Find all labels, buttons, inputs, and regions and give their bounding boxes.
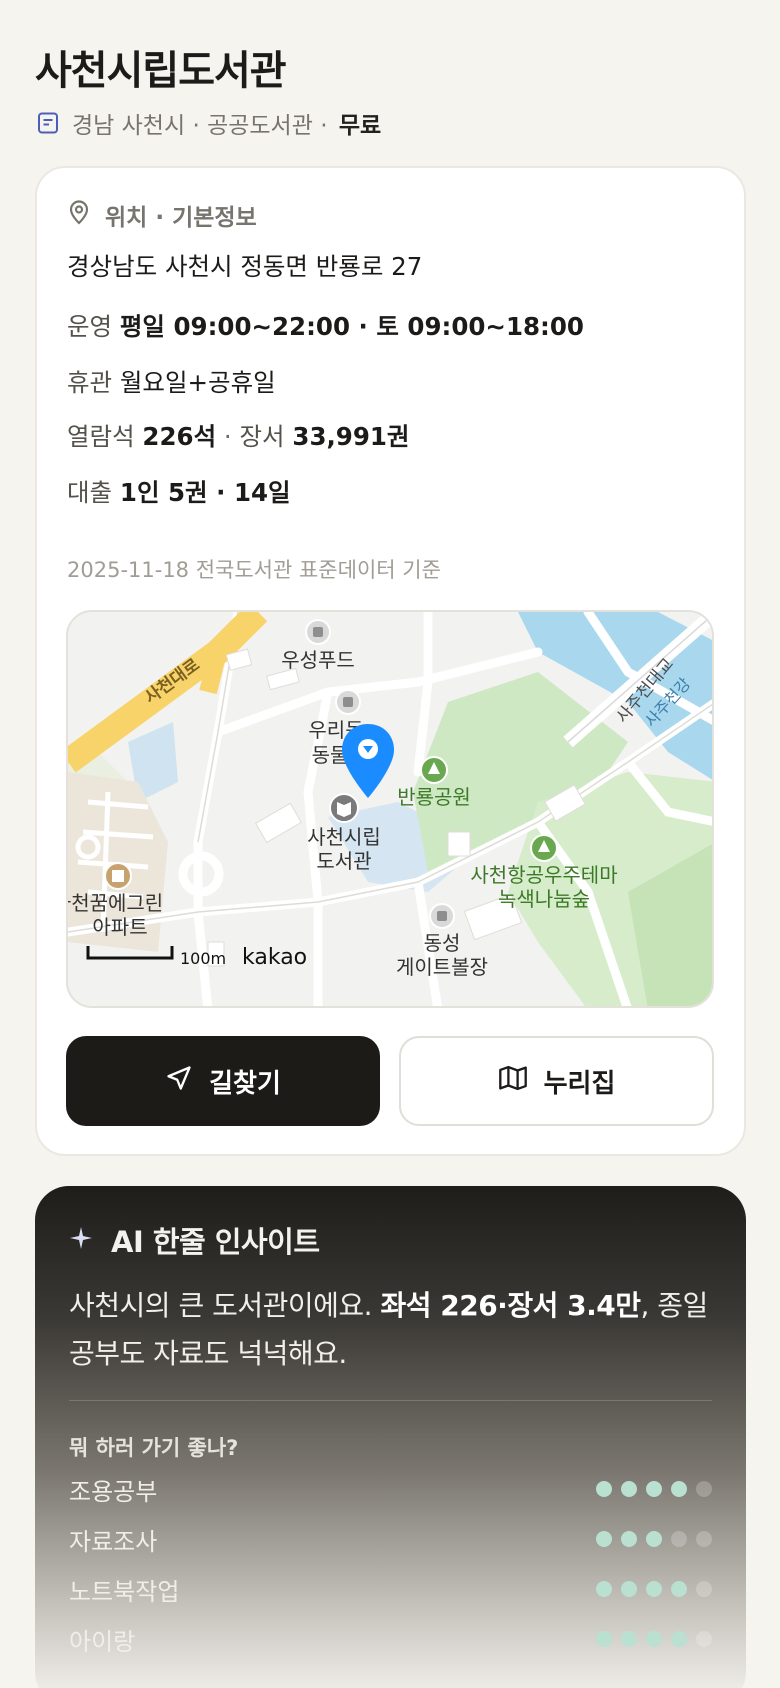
- rating-dot: [671, 1631, 687, 1647]
- map-label-forest-1: 사천항공우주테마: [470, 863, 617, 887]
- map-label-apt-1: 사천꿈에그린: [68, 891, 163, 915]
- rating-label: 조용공부: [69, 1477, 158, 1506]
- rating-row: 노트북작업: [69, 1574, 712, 1606]
- website-label: 누리집: [543, 1068, 616, 1099]
- seats-label: 열람석: [67, 422, 135, 451]
- rating-dot: [621, 1631, 637, 1647]
- page-title: 사천시립도서관: [35, 48, 287, 94]
- rating-row: 자료조사: [69, 1524, 712, 1556]
- data-source: 2025-11-18 전국도서관 표준데이터 기준: [67, 558, 441, 582]
- rating-dot: [696, 1581, 712, 1597]
- ai-question: 뭐 하러 가기 좋나?: [69, 1436, 239, 1460]
- rating-dot: [646, 1581, 662, 1597]
- ai-summary-pre: 사천시의 큰 도서관이에요.: [69, 1289, 381, 1322]
- rating-dot: [671, 1531, 687, 1547]
- rating-dot: [646, 1631, 662, 1647]
- map-label-library-2: 도서관: [316, 849, 371, 873]
- region-text: 경남 사천시: [72, 113, 186, 139]
- rating-dot: [596, 1581, 612, 1597]
- capacity-sep: ·: [223, 422, 232, 451]
- divider: [69, 1400, 712, 1401]
- map-label-park: 반룡공원: [397, 785, 471, 809]
- ai-title: AI 한줄 인사이트: [111, 1225, 320, 1259]
- map-label-gate-2: 게이트볼장: [396, 955, 488, 979]
- location-pin-icon: [67, 199, 91, 231]
- loan-label: 대출: [67, 478, 113, 507]
- rating-dot: [696, 1631, 712, 1647]
- rating-dot: [596, 1481, 612, 1497]
- closed-label: 휴관: [67, 368, 113, 397]
- rating-dot: [621, 1581, 637, 1597]
- rating-dot: [646, 1481, 662, 1497]
- map-label-gate-1: 동성: [424, 931, 461, 955]
- rating-dot: [596, 1531, 612, 1547]
- capacity-row: 열람석 226석 · 장서 33,991권: [67, 418, 409, 453]
- rating-dots: [596, 1581, 712, 1597]
- ai-summary: 사천시의 큰 도서관이에요. 좌석 226·장서 3.4만, 종일 공부도 자료…: [69, 1282, 719, 1378]
- rating-dots: [596, 1631, 712, 1647]
- rating-dot: [646, 1531, 662, 1547]
- hours-row: 운영 평일 09:00~22:00 · 토 09:00~18:00: [67, 308, 584, 343]
- ai-insight-card: AI 한줄 인사이트 사천시의 큰 도서관이에요. 좌석 226·장서 3.4만…: [35, 1186, 746, 1688]
- navigation-arrow-icon: [165, 1064, 193, 1099]
- closed-value: 월요일+공휴일: [119, 368, 276, 397]
- rating-row: 아이랑: [69, 1624, 712, 1656]
- books-label: 장서: [239, 422, 285, 451]
- map-scale-label: 100m: [180, 949, 226, 968]
- closed-row: 휴관 월요일+공휴일: [67, 364, 276, 399]
- document-icon: [36, 111, 60, 135]
- rating-dots: [596, 1531, 712, 1547]
- map-brand: kakao: [242, 945, 307, 970]
- loan-row: 대출 1인 5권 · 14일: [67, 474, 291, 509]
- rating-dot: [596, 1631, 612, 1647]
- sparkle-icon: [69, 1223, 93, 1257]
- map-label-library-1: 사천시립: [307, 825, 381, 849]
- books-value: 33,991권: [292, 422, 410, 451]
- ai-header: AI 한줄 인사이트: [69, 1220, 320, 1260]
- section-title: 위치 · 기본정보: [105, 205, 257, 231]
- meta-sep: ·: [192, 113, 200, 139]
- meta-sep: ·: [320, 113, 328, 139]
- info-card: 위치 · 기본정보 경상남도 사천시 정동면 반룡로 27 운영 평일 09:0…: [35, 166, 746, 1156]
- rating-label: 아이랑: [69, 1627, 136, 1656]
- map-label-forest-2: 녹색나눔숲: [498, 887, 590, 911]
- address: 경상남도 사천시 정동면 반룡로 27: [67, 252, 423, 281]
- map-icon: [498, 1064, 528, 1099]
- library-type: 공공도서관: [207, 113, 313, 139]
- directions-label: 길찾기: [209, 1068, 281, 1099]
- section-header: 위치 · 기본정보: [67, 198, 257, 232]
- fee-badge: 무료: [338, 113, 382, 139]
- rating-dot: [696, 1531, 712, 1547]
- library-meta: 경남 사천시 · 공공도서관 · 무료: [36, 106, 381, 140]
- map-label-apt-2: 아파트: [92, 915, 147, 939]
- hours-label: 운영: [67, 312, 113, 341]
- ai-summary-highlight: 좌석 226·장서 3.4만: [380, 1289, 641, 1322]
- hours-value: 평일 09:00~22:00 · 토 09:00~18:00: [119, 312, 584, 341]
- rating-dot: [671, 1581, 687, 1597]
- website-button[interactable]: 누리집: [399, 1036, 714, 1126]
- rating-label: 자료조사: [69, 1527, 158, 1556]
- map-label-food: 우성푸드: [281, 648, 355, 672]
- seats-value: 226석: [142, 422, 217, 451]
- rating-label: 노트북작업: [69, 1577, 180, 1606]
- rating-dot: [696, 1481, 712, 1497]
- directions-button[interactable]: 길찾기: [66, 1036, 380, 1126]
- rating-row: 조용공부: [69, 1474, 712, 1506]
- rating-dot: [621, 1481, 637, 1497]
- map[interactable]: 사천대로 사주천대교 사주천강 우성푸드 우리동 동물 반룡공원 사천시립 도서…: [66, 610, 714, 1008]
- rating-dot: [671, 1481, 687, 1497]
- loan-value: 1인 5권 · 14일: [119, 478, 291, 507]
- rating-dots: [596, 1481, 712, 1497]
- rating-dot: [621, 1531, 637, 1547]
